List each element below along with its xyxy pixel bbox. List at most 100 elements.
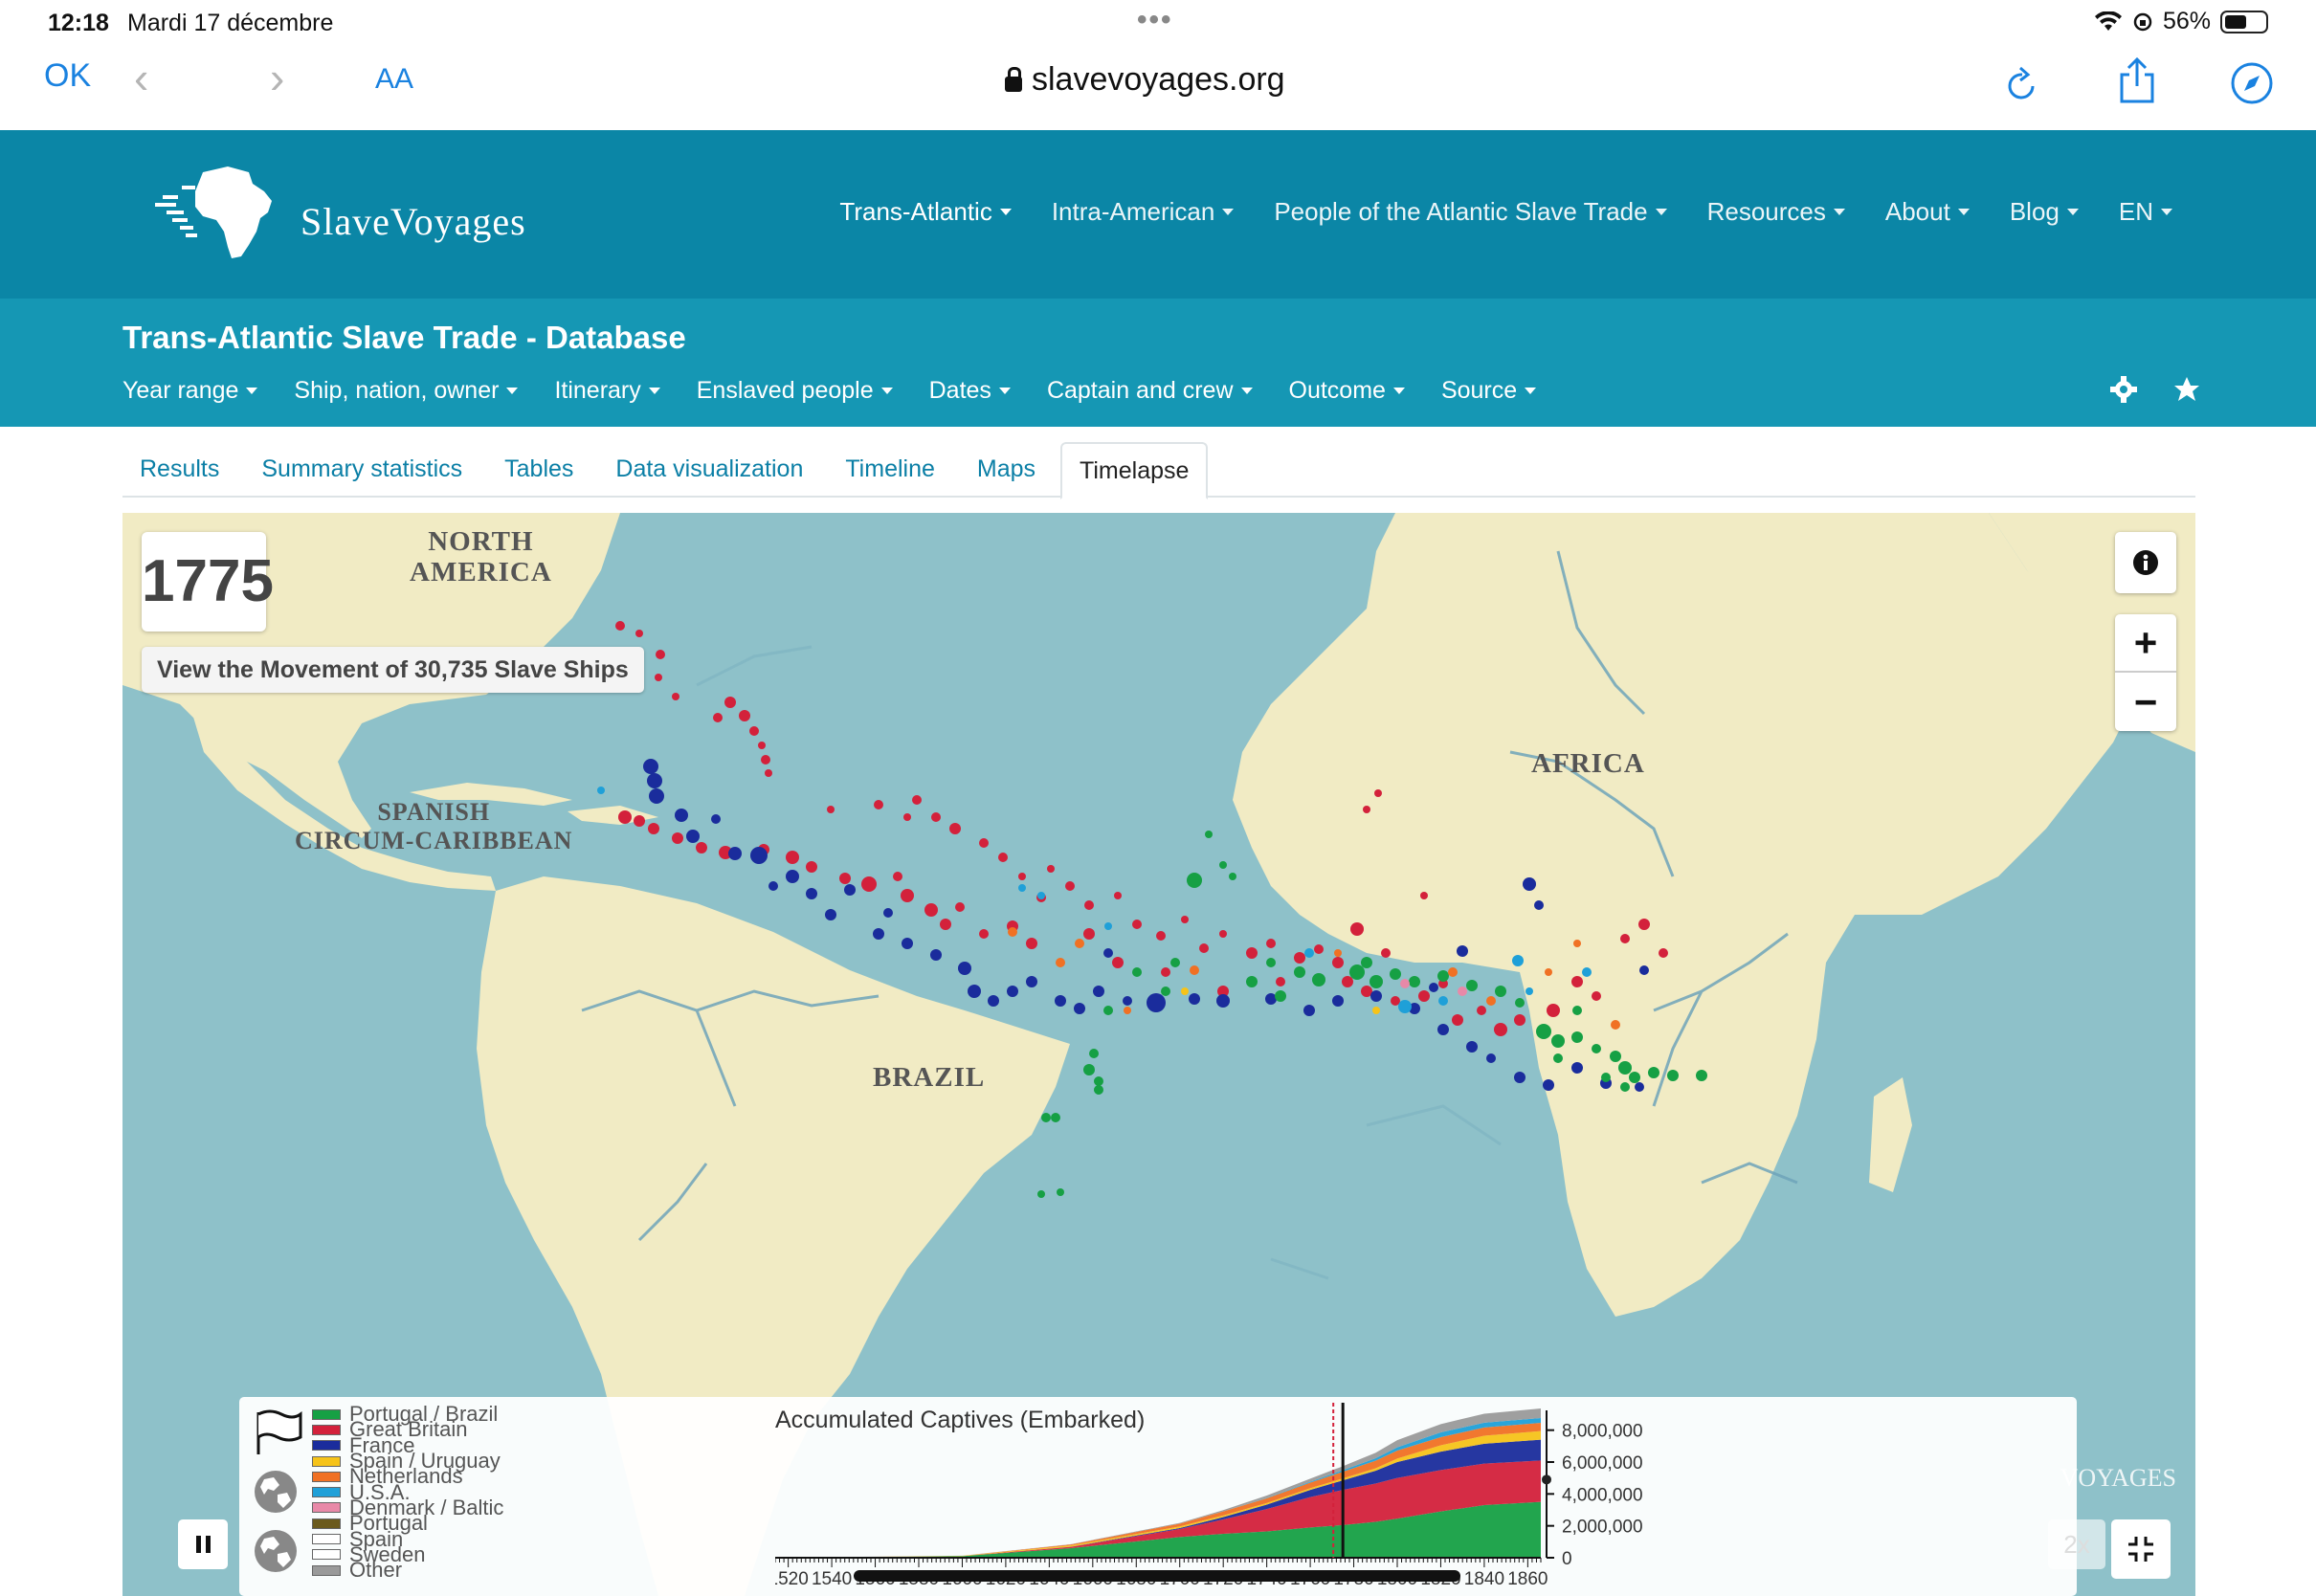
nav-people[interactable]: People of the Atlantic Slave Trade bbox=[1274, 197, 1667, 227]
legend-swatch bbox=[312, 1564, 341, 1576]
y-tick-label: 8,000,000 bbox=[1562, 1422, 1643, 1442]
tab-timelapse[interactable]: Timelapse bbox=[1060, 442, 1209, 499]
filter-ship[interactable]: Ship, nation, owner bbox=[294, 377, 519, 405]
filter-enslaved[interactable]: Enslaved people bbox=[697, 377, 893, 405]
forward-button[interactable]: › bbox=[270, 52, 284, 103]
label-line-1: SPANISH bbox=[377, 798, 491, 826]
x-tick-label: 1840 bbox=[1464, 1569, 1504, 1589]
legend-item[interactable]: Sweden bbox=[312, 1543, 503, 1564]
caret-down-icon bbox=[2066, 209, 2079, 215]
filter-label: Outcome bbox=[1288, 377, 1386, 404]
filter-bar: Year range Ship, nation, owner Itinerary… bbox=[122, 377, 1537, 405]
filter-captain[interactable]: Captain and crew bbox=[1047, 377, 1253, 405]
x-tick-label: 1860 bbox=[1507, 1569, 1548, 1589]
filter-itinerary[interactable]: Itinerary bbox=[554, 377, 660, 405]
north-america-label: NORTH AMERICA bbox=[410, 526, 552, 587]
timeline-panel: Portugal / Brazil Great Britain France S… bbox=[239, 1397, 2077, 1596]
y-tick-label: 0 bbox=[1562, 1549, 1572, 1569]
battery-percent: 56% bbox=[2162, 8, 2211, 34]
exit-fullscreen-button[interactable] bbox=[2111, 1519, 2171, 1579]
globe-icon[interactable] bbox=[251, 1527, 304, 1575]
page-title: Trans-Atlantic Slave Trade - Database bbox=[122, 320, 686, 355]
legend-swatch bbox=[312, 1424, 341, 1435]
nav-label: EN bbox=[2118, 197, 2153, 226]
gear-icon[interactable] bbox=[2109, 375, 2138, 404]
share-icon[interactable] bbox=[2117, 57, 2157, 105]
tab-tables[interactable]: Tables bbox=[487, 442, 590, 498]
filter-outcome[interactable]: Outcome bbox=[1289, 377, 1405, 405]
watermark: VOYAGES bbox=[2060, 1464, 2176, 1492]
nation-legend: Portugal / Brazil Great Britain France S… bbox=[312, 1404, 503, 1581]
africa-label: AFRICA bbox=[1531, 748, 1645, 779]
home-indicator[interactable] bbox=[854, 1570, 1460, 1582]
multitasking-dots-icon[interactable]: ••• bbox=[1137, 4, 1173, 36]
zoom-in-button[interactable]: + bbox=[2115, 614, 2176, 673]
nav-resources[interactable]: Resources bbox=[1707, 197, 1845, 227]
tab-data-visualization[interactable]: Data visualization bbox=[598, 442, 820, 498]
lock-icon bbox=[1005, 66, 1022, 92]
caret-down-icon bbox=[1957, 209, 1970, 215]
caret-down-icon bbox=[648, 388, 660, 394]
info-button[interactable] bbox=[2115, 532, 2176, 593]
view-ships-button[interactable]: View the Movement of 30,735 Slave Ships bbox=[142, 647, 644, 693]
url-text: slavevoyages.org bbox=[1032, 61, 1285, 98]
nav-about[interactable]: About bbox=[1885, 197, 1970, 227]
reload-icon[interactable] bbox=[2004, 63, 2040, 103]
legend-swatch bbox=[312, 1440, 341, 1452]
nav-blog[interactable]: Blog bbox=[2010, 197, 2079, 227]
site-header: SlaveVoyages Trans-Atlantic Intra-Americ… bbox=[0, 130, 2316, 299]
tab-summary-statistics[interactable]: Summary statistics bbox=[244, 442, 479, 498]
filter-label: Enslaved people bbox=[696, 377, 874, 404]
x-tick-label: 1540 bbox=[812, 1569, 852, 1589]
zoom-out-button[interactable]: − bbox=[2115, 673, 2176, 731]
status-bar: 12:18 Mardi 17 décembre ••• 56% bbox=[0, 0, 2316, 44]
site-logo[interactable]: SlaveVoyages bbox=[153, 163, 526, 262]
timelapse-map[interactable]: NORTH AMERICA SPANISH CIRCUM-CARIBBEAN AFR… bbox=[122, 513, 2195, 1596]
text-size-button[interactable]: AA bbox=[375, 63, 413, 96]
star-icon[interactable] bbox=[2172, 375, 2201, 404]
caret-down-icon bbox=[1525, 388, 1537, 394]
label-line-1: NORTH bbox=[428, 526, 534, 557]
toolbar-icons bbox=[2109, 375, 2201, 404]
accumulated-captives-chart[interactable]: 1520154015601580160016201640166016801700… bbox=[775, 1397, 2058, 1596]
nav-label: Intra-American bbox=[1051, 197, 1215, 226]
address-bar[interactable]: slavevoyages.org bbox=[1005, 61, 1285, 99]
tab-maps[interactable]: Maps bbox=[960, 442, 1053, 498]
filter-year-range[interactable]: Year range bbox=[122, 377, 258, 405]
y-axis-marker bbox=[1542, 1474, 1551, 1485]
filter-label: Ship, nation, owner bbox=[294, 377, 500, 404]
pause-button[interactable] bbox=[178, 1519, 228, 1569]
filter-source[interactable]: Source bbox=[1440, 377, 1537, 405]
nav-language[interactable]: EN bbox=[2119, 197, 2172, 227]
ok-button[interactable]: OK bbox=[44, 57, 91, 95]
filter-label: Itinerary bbox=[554, 377, 641, 404]
tab-bar: Results Summary statistics Tables Data v… bbox=[122, 442, 2195, 499]
caret-down-icon bbox=[246, 388, 258, 394]
globe-icon[interactable] bbox=[251, 1468, 304, 1516]
filter-dates[interactable]: Dates bbox=[929, 377, 1011, 405]
status-date: Mardi 17 décembre bbox=[127, 10, 334, 36]
caret-down-icon bbox=[999, 209, 1012, 215]
caret-down-icon bbox=[1655, 209, 1667, 215]
legend-swatch bbox=[312, 1408, 341, 1420]
legend-swatch bbox=[312, 1518, 341, 1529]
filter-label: Source bbox=[1440, 377, 1518, 404]
legend-icons bbox=[251, 1408, 304, 1575]
caret-down-icon bbox=[1222, 209, 1235, 215]
tab-results[interactable]: Results bbox=[122, 442, 236, 498]
caret-down-icon bbox=[1240, 388, 1253, 394]
browser-toolbar: OK ‹ › AA slavevoyages.org bbox=[0, 44, 2316, 130]
compass-icon[interactable] bbox=[2230, 61, 2274, 105]
nav-intra-american[interactable]: Intra-American bbox=[1052, 197, 1235, 227]
back-button[interactable]: ‹ bbox=[134, 52, 148, 103]
y-tick-label: 6,000,000 bbox=[1562, 1453, 1643, 1474]
current-year: 1775 bbox=[142, 532, 274, 632]
nav-label: Blog bbox=[2009, 197, 2060, 226]
caret-down-icon bbox=[2161, 209, 2172, 215]
filter-label: Dates bbox=[928, 377, 991, 404]
flag-icon[interactable] bbox=[251, 1408, 304, 1456]
nav-trans-atlantic[interactable]: Trans-Atlantic bbox=[839, 197, 1012, 227]
speed-button[interactable]: 2x bbox=[2048, 1519, 2105, 1569]
africa-land bbox=[1233, 513, 2142, 1317]
tab-timeline[interactable]: Timeline bbox=[828, 442, 952, 498]
